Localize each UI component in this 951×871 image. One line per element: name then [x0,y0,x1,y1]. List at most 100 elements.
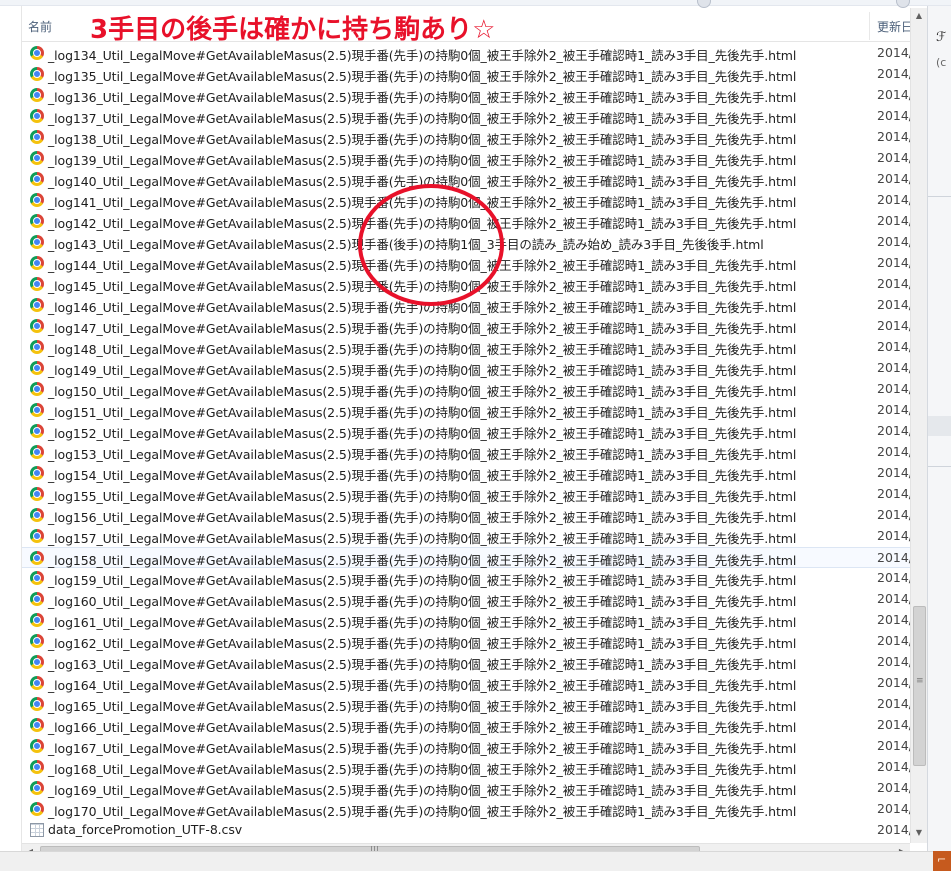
file-row[interactable]: _log152_Util_LegalMove#GetAvailableMasus… [22,421,914,442]
file-name[interactable]: _log169_Util_LegalMove#GetAvailableMasus… [48,780,796,799]
file-name[interactable]: _log139_Util_LegalMove#GetAvailableMasus… [48,150,796,169]
file-name[interactable]: _log136_Util_LegalMove#GetAvailableMasus… [48,87,796,106]
vertical-scroll-thumb[interactable] [913,606,926,766]
file-name[interactable]: _log164_Util_LegalMove#GetAvailableMasus… [48,675,796,694]
file-row[interactable]: _log154_Util_LegalMove#GetAvailableMasus… [22,463,913,484]
file-name[interactable]: _log163_Util_LegalMove#GetAvailableMasus… [48,654,796,673]
taskbar-button[interactable] [933,851,951,871]
file-row[interactable]: _log153_Util_LegalMove#GetAvailableMasus… [22,442,913,463]
file-name[interactable]: _log170_Util_LegalMove#GetAvailableMasus… [48,801,796,820]
file-name[interactable]: _log159_Util_LegalMove#GetAvailableMasus… [48,570,796,589]
column-header-name[interactable]: 名前 [28,18,52,35]
file-name[interactable]: _log167_Util_LegalMove#GetAvailableMasus… [48,738,796,757]
file-row[interactable]: _log151_Util_LegalMove#GetAvailableMasus… [22,400,913,421]
file-name[interactable]: _log150_Util_LegalMove#GetAvailableMasus… [48,381,796,400]
file-row[interactable]: _log147_Util_LegalMove#GetAvailableMasus… [22,316,913,337]
chrome-icon [30,529,44,543]
file-name[interactable]: _log141_Util_LegalMove#GetAvailableMasus… [48,192,796,211]
chrome-icon [30,592,44,606]
file-name[interactable]: _log140_Util_LegalMove#GetAvailableMasus… [48,171,796,190]
file-row[interactable]: _log145_Util_LegalMove#GetAvailableMasus… [22,274,913,295]
file-row[interactable]: _log164_Util_LegalMove#GetAvailableMasus… [22,673,913,694]
file-row[interactable]: _log144_Util_LegalMove#GetAvailableMasus… [22,253,913,274]
chrome-icon [30,718,44,732]
file-row[interactable]: _log148_Util_LegalMove#GetAvailableMasus… [22,337,913,358]
file-name[interactable]: _log157_Util_LegalMove#GetAvailableMasus… [48,528,796,547]
file-row[interactable]: _log156_Util_LegalMove#GetAvailableMasus… [22,505,913,526]
file-name[interactable]: _log161_Util_LegalMove#GetAvailableMasus… [48,612,796,631]
file-row[interactable]: _log137_Util_LegalMove#GetAvailableMasus… [22,106,913,127]
file-row[interactable]: _log141_Util_LegalMove#GetAvailableMasus… [22,190,913,211]
file-row[interactable]: _log134_Util_LegalMove#GetAvailableMasus… [22,43,913,64]
file-row[interactable]: _log140_Util_LegalMove#GetAvailableMasus… [22,169,913,190]
chrome-icon [30,46,44,60]
csv-file-icon [30,823,44,837]
file-name[interactable]: _log135_Util_LegalMove#GetAvailableMasus… [48,66,796,85]
column-divider[interactable] [869,12,870,40]
file-row[interactable]: _log166_Util_LegalMove#GetAvailableMasus… [22,715,913,736]
file-name[interactable]: _log165_Util_LegalMove#GetAvailableMasus… [48,696,796,715]
file-row[interactable]: _log169_Util_LegalMove#GetAvailableMasus… [22,778,913,799]
file-name[interactable]: _log148_Util_LegalMove#GetAvailableMasus… [48,339,796,358]
file-row[interactable]: _log150_Util_LegalMove#GetAvailableMasus… [22,379,913,400]
file-name[interactable]: _log144_Util_LegalMove#GetAvailableMasus… [48,255,796,274]
file-name[interactable]: _log146_Util_LegalMove#GetAvailableMasus… [48,297,796,316]
file-row[interactable]: _log170_Util_LegalMove#GetAvailableMasus… [22,799,913,820]
file-name[interactable]: _log154_Util_LegalMove#GetAvailableMasus… [48,465,796,484]
file-date: 2014/ [877,423,914,438]
file-name[interactable]: _log149_Util_LegalMove#GetAvailableMasus… [48,360,796,379]
file-row[interactable]: _log165_Util_LegalMove#GetAvailableMasus… [22,694,913,715]
chrome-icon [30,319,44,333]
file-name[interactable]: _log147_Util_LegalMove#GetAvailableMasus… [48,318,796,337]
file-name[interactable]: _log155_Util_LegalMove#GetAvailableMasus… [48,486,796,505]
file-row[interactable]: _log136_Util_LegalMove#GetAvailableMasus… [22,85,913,106]
vertical-scrollbar[interactable]: ▲ ≡ ▼ [910,8,927,843]
file-name[interactable]: _log168_Util_LegalMove#GetAvailableMasus… [48,759,796,778]
file-row[interactable]: _log160_Util_LegalMove#GetAvailableMasus… [22,589,913,610]
file-row[interactable]: _log143_Util_LegalMove#GetAvailableMasus… [22,232,913,253]
tool-icon[interactable]: ℱ [936,30,946,45]
file-row[interactable]: data_forcePromotion_UTF-8.csv 2014/ [22,820,913,841]
file-name[interactable]: _log152_Util_LegalMove#GetAvailableMasus… [48,423,796,442]
file-row[interactable]: _log168_Util_LegalMove#GetAvailableMasus… [22,757,913,778]
chrome-icon [30,760,44,774]
file-row[interactable]: _log149_Util_LegalMove#GetAvailableMasus… [22,358,913,379]
file-name[interactable]: _log166_Util_LegalMove#GetAvailableMasus… [48,717,796,736]
file-name[interactable]: _log158_Util_LegalMove#GetAvailableMasus… [48,550,796,569]
file-row[interactable]: _log142_Util_LegalMove#GetAvailableMasus… [22,211,913,232]
file-row[interactable]: _log146_Util_LegalMove#GetAvailableMasus… [22,295,913,316]
file-name[interactable]: _log160_Util_LegalMove#GetAvailableMasus… [48,591,796,610]
file-row[interactable]: _log157_Util_LegalMove#GetAvailableMasus… [22,526,913,547]
file-row[interactable]: _log162_Util_LegalMove#GetAvailableMasus… [22,631,913,652]
file-name[interactable]: _log138_Util_LegalMove#GetAvailableMasus… [48,129,796,148]
help-circle-icon[interactable] [896,0,910,8]
file-name[interactable]: data_forcePromotion_UTF-8.csv [48,822,242,837]
file-row[interactable]: _log163_Util_LegalMove#GetAvailableMasus… [22,652,913,673]
file-row[interactable]: _log167_Util_LegalMove#GetAvailableMasus… [22,736,913,757]
file-name[interactable]: _log143_Util_LegalMove#GetAvailableMasus… [48,234,764,253]
file-row[interactable]: _log155_Util_LegalMove#GetAvailableMasus… [22,484,914,505]
chrome-icon [30,781,44,795]
file-name[interactable]: _log134_Util_LegalMove#GetAvailableMasus… [48,45,796,64]
file-name[interactable]: _log151_Util_LegalMove#GetAvailableMasus… [48,402,796,421]
file-row[interactable]: _log138_Util_LegalMove#GetAvailableMasus… [22,127,913,148]
scroll-down-icon[interactable]: ▼ [911,825,927,841]
file-row[interactable]: _log139_Util_LegalMove#GetAvailableMasus… [22,148,913,169]
file-name[interactable]: _log153_Util_LegalMove#GetAvailableMasus… [48,444,796,463]
chrome-icon [30,256,44,270]
file-row[interactable]: _log161_Util_LegalMove#GetAvailableMasus… [22,610,913,631]
annotation-title: 3手目の後手は確かに持ち駒あり☆ [90,15,496,45]
scroll-up-icon[interactable]: ▲ [911,8,927,24]
file-date: 2014/ [877,486,914,501]
file-row[interactable]: _log135_Util_LegalMove#GetAvailableMasus… [22,64,914,85]
file-row[interactable]: _log158_Util_LegalMove#GetAvailableMasus… [22,547,913,569]
top-circle-icon[interactable] [697,0,711,8]
file-row[interactable]: _log159_Util_LegalMove#GetAvailableMasus… [22,568,913,589]
file-name[interactable]: _log156_Util_LegalMove#GetAvailableMasus… [48,507,796,526]
file-name[interactable]: _log142_Util_LegalMove#GetAvailableMasus… [48,213,796,232]
file-name[interactable]: _log145_Util_LegalMove#GetAvailableMasus… [48,276,796,295]
column-header-date[interactable]: 更新日 [877,18,913,35]
file-name[interactable]: _log162_Util_LegalMove#GetAvailableMasus… [48,633,796,652]
file-date: 2014/ [877,66,914,81]
file-name[interactable]: _log137_Util_LegalMove#GetAvailableMasus… [48,108,796,127]
